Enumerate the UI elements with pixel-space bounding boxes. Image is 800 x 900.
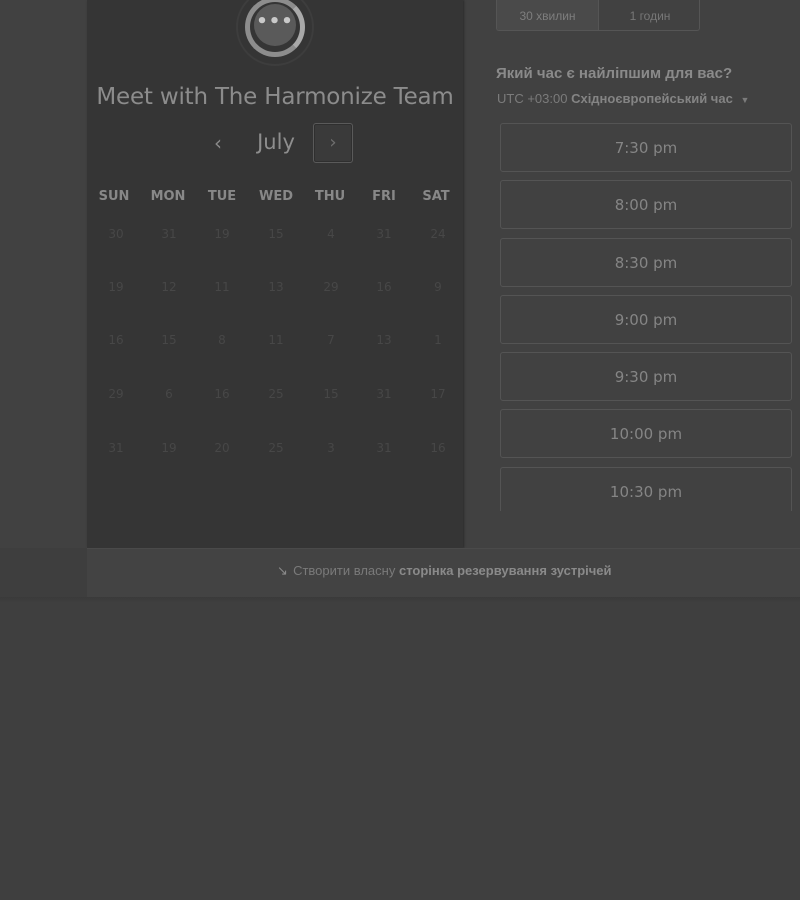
time-question-heading: Який час є найліпшим для вас? bbox=[496, 65, 733, 82]
calendar-day[interactable]: 17 bbox=[418, 387, 458, 401]
month-label: July bbox=[257, 130, 295, 154]
page-title: Meet with The Harmonize Team bbox=[96, 84, 454, 110]
footer-link-text: сторінка резервування зустрічей bbox=[398, 563, 612, 578]
calendar-day[interactable]: 31 bbox=[149, 227, 189, 241]
calendar-day[interactable]: 3 bbox=[311, 441, 351, 455]
footer-shadow bbox=[0, 597, 800, 603]
weekday-wed: WED bbox=[258, 189, 293, 204]
calendar-day[interactable]: 16 bbox=[202, 387, 242, 401]
create-booking-page-link[interactable]: ↘ Створити власну сторінка резервування … bbox=[87, 563, 800, 579]
time-slot[interactable]: 7:30 pm bbox=[500, 123, 792, 172]
footer-prefix: Створити власну bbox=[293, 563, 396, 578]
weekday-thu: THU bbox=[314, 189, 346, 204]
calendar-day[interactable]: 31 bbox=[364, 441, 404, 455]
booking-page: ••• Meet with The Harmonize Team ‹ July … bbox=[0, 0, 800, 900]
duration-tab-1-hour[interactable]: 1 годин bbox=[599, 0, 699, 30]
timezone-name: Східноєвропейський час bbox=[571, 91, 733, 106]
calendar-day[interactable]: 29 bbox=[96, 387, 136, 401]
weekday-sat: SAT bbox=[422, 189, 450, 204]
arrow-icon: ↘ bbox=[277, 564, 288, 579]
duration-selector: 30 хвилин 1 годин bbox=[496, 0, 700, 31]
calendar-day[interactable]: 11 bbox=[256, 333, 296, 347]
footer-edge bbox=[0, 548, 87, 597]
chat-bubble-icon: ••• bbox=[254, 4, 296, 46]
weekday-mon: MON bbox=[150, 189, 186, 204]
calendar-day[interactable]: 29 bbox=[311, 280, 351, 294]
calendar-day[interactable]: 8 bbox=[202, 333, 242, 347]
time-slot[interactable]: 8:00 pm bbox=[500, 180, 792, 229]
weekday-fri: FRI bbox=[372, 189, 396, 204]
time-slot[interactable]: 9:30 pm bbox=[500, 352, 792, 401]
calendar-day[interactable]: 19 bbox=[149, 441, 189, 455]
time-slot[interactable]: 8:30 pm bbox=[500, 238, 792, 287]
timezone-offset: UTC +03:00 bbox=[497, 91, 568, 106]
calendar-day[interactable]: 9 bbox=[418, 280, 458, 294]
prev-month-button[interactable]: ‹ bbox=[205, 130, 231, 156]
calendar-day[interactable]: 11 bbox=[202, 280, 242, 294]
calendar-day[interactable]: 19 bbox=[202, 227, 242, 241]
weekday-sun: SUN bbox=[98, 189, 130, 204]
caret-down-icon: ▼ bbox=[740, 95, 750, 105]
calendar-day[interactable]: 15 bbox=[311, 387, 351, 401]
calendar-day[interactable]: 16 bbox=[364, 280, 404, 294]
calendar-day[interactable]: 12 bbox=[149, 280, 189, 294]
calendar-day[interactable]: 20 bbox=[202, 441, 242, 455]
duration-tab-30-min[interactable]: 30 хвилин bbox=[497, 0, 598, 30]
calendar-day[interactable]: 13 bbox=[364, 333, 404, 347]
calendar-day[interactable]: 31 bbox=[96, 441, 136, 455]
calendar-day[interactable]: 6 bbox=[149, 387, 189, 401]
next-month-button[interactable]: › bbox=[313, 123, 353, 163]
time-slot[interactable]: 10:00 pm bbox=[500, 409, 792, 458]
calendar-day[interactable]: 31 bbox=[364, 227, 404, 241]
calendar-day[interactable]: 31 bbox=[364, 387, 404, 401]
ellipsis-icon: ••• bbox=[256, 11, 294, 32]
calendar-day[interactable]: 19 bbox=[96, 280, 136, 294]
calendar-day[interactable]: 16 bbox=[96, 333, 136, 347]
calendar-day[interactable]: 7 bbox=[311, 333, 351, 347]
calendar-day[interactable]: 16 bbox=[418, 441, 458, 455]
calendar-day[interactable]: 15 bbox=[256, 227, 296, 241]
timezone-selector[interactable]: UTC +03:00 Східноєвропейський час ▼ bbox=[497, 91, 749, 106]
weekday-header: SUN MON TUE WED THU FRI SAT bbox=[87, 189, 463, 207]
calendar-day[interactable]: 30 bbox=[96, 227, 136, 241]
calendar-panel bbox=[87, 0, 463, 548]
calendar-day[interactable]: 15 bbox=[149, 333, 189, 347]
calendar-day[interactable]: 13 bbox=[256, 280, 296, 294]
time-slot[interactable]: 10:30 pm bbox=[500, 467, 792, 511]
time-slot[interactable]: 9:00 pm bbox=[500, 295, 792, 344]
calendar-day[interactable]: 4 bbox=[311, 227, 351, 241]
calendar-day[interactable]: 25 bbox=[256, 387, 296, 401]
calendar-day[interactable]: 24 bbox=[418, 227, 458, 241]
weekday-tue: TUE bbox=[207, 189, 237, 204]
calendar-day[interactable]: 1 bbox=[418, 333, 458, 347]
calendar-day[interactable]: 25 bbox=[256, 441, 296, 455]
